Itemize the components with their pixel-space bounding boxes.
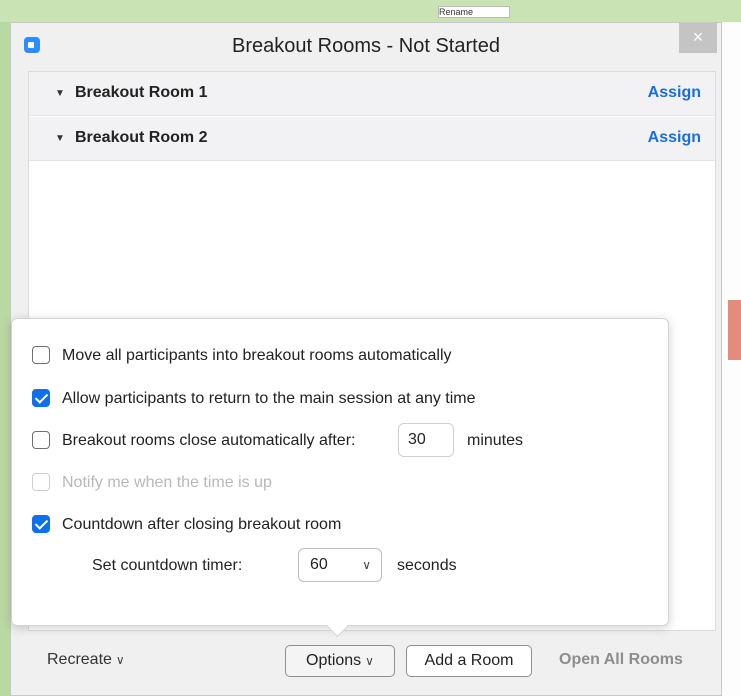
add-room-button[interactable]: Add a Room	[406, 645, 532, 677]
room-name: Breakout Room 2	[75, 129, 208, 146]
option-label: Move all participants into breakout room…	[62, 347, 452, 364]
chevron-down-icon: ∨	[115, 653, 125, 667]
expand-caret-icon[interactable]: ▼	[55, 88, 65, 99]
option-label: Breakout rooms close automatically after…	[62, 432, 356, 449]
background-window-top	[0, 0, 741, 22]
recreate-dropdown[interactable]: Recreate ∨	[47, 651, 125, 669]
assign-link[interactable]: Assign	[648, 84, 701, 102]
chevron-down-icon: ∨	[362, 558, 371, 572]
options-button[interactable]: Options ∨	[285, 645, 395, 677]
move-auto-checkbox[interactable]	[32, 346, 50, 364]
expand-caret-icon[interactable]: ▼	[55, 133, 65, 144]
title-bar[interactable]: Breakout Rooms - Not Started ×	[11, 23, 721, 71]
close-button[interactable]: ×	[679, 23, 717, 53]
background-accent	[728, 300, 741, 360]
countdown-timer-select[interactable]: 60 ∨	[298, 548, 382, 582]
countdown-checkbox[interactable]	[32, 515, 50, 533]
seconds-unit: seconds	[397, 557, 457, 574]
option-label: Allow participants to return to the main…	[62, 390, 476, 407]
room-name: Breakout Room 1	[75, 84, 208, 101]
options-label: Options	[306, 652, 362, 669]
close-minutes-input[interactable]: 30	[398, 423, 454, 457]
allow-return-checkbox[interactable]	[32, 389, 50, 407]
background-window-label: Rename	[438, 6, 510, 18]
close-auto-checkbox[interactable]	[32, 431, 50, 449]
option-label: Countdown after closing breakout room	[62, 516, 342, 533]
recreate-label: Recreate	[47, 651, 112, 668]
minutes-unit: minutes	[467, 432, 524, 449]
notify-checkbox	[32, 473, 50, 491]
option-label: Notify me when the time is up	[62, 474, 272, 491]
open-all-rooms-button[interactable]: Open All Rooms	[559, 651, 683, 669]
bottom-bar: Recreate ∨ Options ∨ Add a Room Open All R…	[11, 631, 721, 695]
room-row[interactable]: ▼ Breakout Room 1 Assign	[29, 72, 715, 116]
chevron-down-icon: ∨	[365, 654, 374, 668]
room-row[interactable]: ▼ Breakout Room 2 Assign	[29, 117, 715, 161]
window-title: Breakout Rooms - Not Started	[232, 35, 500, 57]
timer-label: Set countdown timer:	[92, 557, 243, 574]
assign-link[interactable]: Assign	[648, 129, 701, 147]
options-popover: Move all participants into breakout room…	[11, 318, 669, 626]
timer-value: 60	[310, 556, 328, 573]
